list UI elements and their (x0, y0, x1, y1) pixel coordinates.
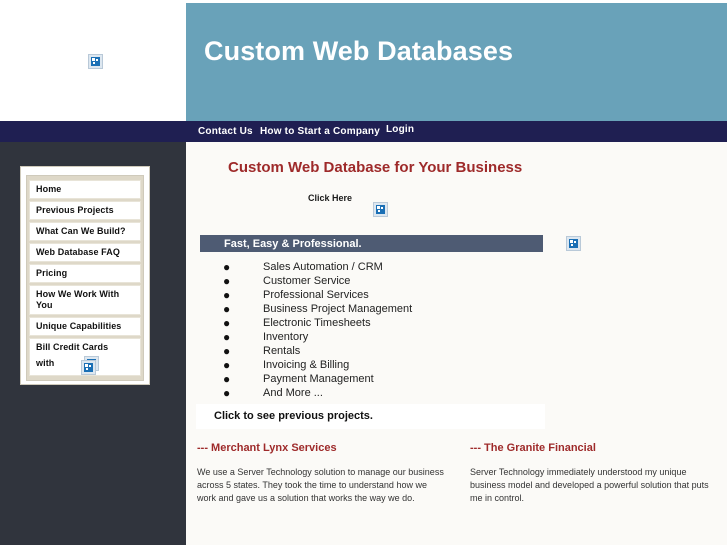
sidebar-item-label-secondary: with (36, 358, 55, 368)
sidebar-item-unique-capabilities[interactable]: Unique Capabilities (29, 317, 141, 336)
broken-image-icon[interactable] (373, 202, 388, 218)
list-item-label: Inventory (263, 331, 309, 343)
nav-link-login[interactable]: Login (386, 124, 414, 135)
sidebar-item-label: Bill Credit Cards (36, 342, 109, 352)
nav-link-how-to-start-a-company[interactable]: How to Start a Company (260, 126, 380, 137)
list-item-label: Payment Management (263, 373, 374, 385)
main-content-column: Custom Web Database for Your Business Cl… (186, 142, 727, 545)
bullet-icon: ● (223, 260, 231, 274)
list-item-label: Electronic Timesheets (263, 317, 371, 329)
feature-banner-label: Fast, Easy & Professional. (224, 238, 362, 250)
testimonial-title: --- Merchant Lynx Services (197, 442, 337, 454)
bullet-icon: ● (223, 302, 231, 316)
sidebar-item-previous-projects[interactable]: Previous Projects (29, 201, 141, 220)
broken-image-icon (88, 54, 103, 70)
sidebar-card: Home Previous Projects What Can We Build… (20, 166, 150, 385)
header-banner: Custom Web Databases (186, 3, 727, 121)
bullet-icon: ● (223, 330, 231, 344)
sidebar-item-pricing[interactable]: Pricing (29, 264, 141, 283)
list-item-label: Professional Services (263, 289, 369, 301)
sidebar-menu: Home Previous Projects What Can We Build… (26, 175, 144, 381)
testimonial-merchant-lynx: --- Merchant Lynx Services We use a Serv… (197, 442, 447, 505)
list-item-label: Rentals (263, 345, 301, 357)
main-navigation-bar: Contact Us How to Start a Company Login (0, 121, 727, 142)
bullet-icon: ● (223, 358, 231, 372)
bullet-icon: ● (223, 288, 231, 302)
sidebar-item-web-database-faq[interactable]: Web Database FAQ (29, 243, 141, 262)
testimonial-body: Server Technology immediately understood… (470, 467, 709, 503)
list-item-label: Sales Automation / CRM (263, 261, 383, 273)
sidebar-item-how-we-work-with-you[interactable]: How We Work With You (29, 285, 141, 315)
bullet-icon: ● (223, 344, 231, 358)
logo-area (0, 0, 186, 121)
bullet-icon: ● (223, 372, 231, 386)
click-here-label: Click Here (308, 193, 353, 203)
testimonial-body: We use a Server Technology solution to m… (197, 467, 444, 503)
bullet-icon: ● (223, 386, 231, 400)
bullet-icon: ● (223, 274, 231, 288)
list-item-label: Customer Service (263, 275, 351, 287)
previous-projects-label: Click to see previous projects. (214, 410, 373, 422)
list-item-label: Business Project Management (263, 303, 413, 315)
broken-image-icon (81, 360, 96, 376)
top-strip: Custom Web Databases (0, 0, 727, 121)
testimonial-title: --- The Granite Financial (470, 442, 596, 454)
page-root: Custom Web Databases Contact Us How to S… (0, 0, 727, 545)
page-title: Custom Web Databases (204, 36, 514, 66)
nav-link-contact-us[interactable]: Contact Us (198, 126, 253, 137)
main-heading: Custom Web Database for Your Business (228, 159, 523, 176)
sidebar-item-home[interactable]: Home (29, 180, 141, 199)
sidebar-item-what-can-we-build[interactable]: What Can We Build? (29, 222, 141, 241)
previous-projects-banner[interactable]: Click to see previous projects. (196, 404, 545, 429)
sidebar-column: Home Previous Projects What Can We Build… (0, 142, 186, 545)
list-item-label: Invoicing & Billing (263, 359, 350, 371)
testimonial-granite-financial: --- The Granite Financial Server Technol… (467, 442, 717, 505)
list-item-label: And More ... (263, 387, 323, 399)
broken-image-icon (566, 236, 582, 252)
bullet-icon: ● (223, 316, 231, 330)
feature-banner: Fast, Easy & Professional. (200, 235, 543, 252)
